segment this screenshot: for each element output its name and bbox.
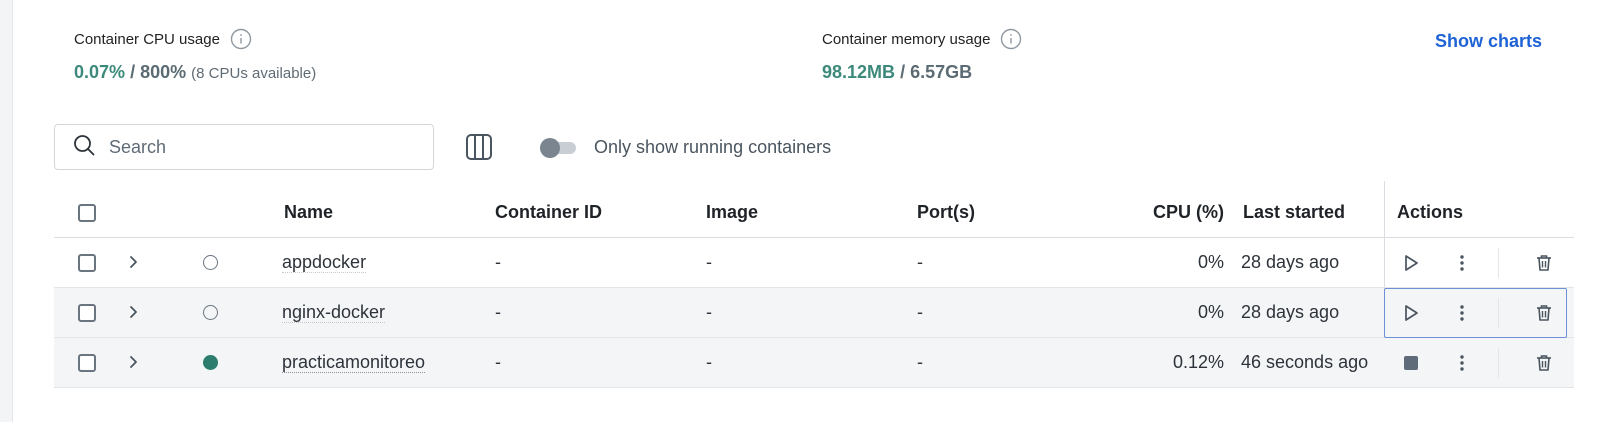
table-row[interactable]: practicamonitoreo - - - 0.12% 46 seconds…: [54, 338, 1574, 388]
action-separator: [1498, 298, 1499, 328]
image-cell: -: [706, 252, 712, 272]
more-vertical-icon[interactable]: [1448, 249, 1476, 277]
row-checkbox[interactable]: [78, 304, 96, 322]
left-sidebar-edge: [0, 0, 13, 422]
status-running-icon: [203, 355, 218, 370]
row-checkbox[interactable]: [78, 254, 96, 272]
header-name[interactable]: Name: [284, 202, 333, 223]
action-separator: [1498, 348, 1499, 378]
show-charts-link[interactable]: Show charts: [1435, 31, 1542, 52]
table-row[interactable]: appdocker - - - 0% 28 days ago: [54, 238, 1574, 288]
cpu-usage-separator: /: [130, 62, 136, 82]
status-stopped-icon: [203, 305, 218, 320]
play-icon[interactable]: [1397, 249, 1425, 277]
cpu-usage-value: 0.07%: [74, 62, 126, 82]
more-vertical-icon[interactable]: [1448, 349, 1476, 377]
last-started-cell: 28 days ago: [1241, 302, 1340, 322]
cpu-cell: 0%: [1197, 252, 1224, 272]
container-name-link[interactable]: appdocker: [282, 252, 367, 273]
select-all-checkbox[interactable]: [78, 204, 96, 222]
running-only-label: Only show running containers: [594, 137, 832, 157]
running-only-toggle[interactable]: [540, 138, 578, 158]
memory-usage-separator: /: [900, 62, 906, 82]
status-stopped-icon: [203, 255, 218, 270]
stop-square-icon[interactable]: [1397, 349, 1425, 377]
header-ports[interactable]: Port(s): [917, 202, 975, 223]
image-cell: -: [706, 352, 712, 372]
chevron-right-icon[interactable]: [124, 253, 142, 271]
table-row[interactable]: nginx-docker - - - 0% 28 days ago: [54, 288, 1574, 338]
chevron-right-icon[interactable]: [124, 303, 142, 321]
play-icon[interactable]: [1397, 299, 1425, 327]
memory-usage-stat: Container memory usage 98.12MB / 6.57GB: [822, 28, 1022, 83]
container-id-cell: -: [495, 302, 501, 322]
cpu-count-note: (8 CPUs available): [191, 65, 317, 82]
table-header: Name Container ID Image Port(s) CPU (%) …: [54, 188, 1574, 238]
container-name-link[interactable]: practicamonitoreo: [282, 352, 426, 373]
search-input[interactable]: [109, 136, 409, 158]
memory-usage-label: Container memory usage: [822, 30, 991, 48]
info-icon[interactable]: [1000, 28, 1022, 50]
memory-usage-max: 6.57GB: [910, 62, 973, 82]
ports-cell: -: [917, 352, 923, 372]
trash-icon[interactable]: [1530, 349, 1558, 377]
toggle-knob: [540, 138, 560, 158]
action-separator: [1498, 248, 1499, 278]
columns-icon[interactable]: [465, 133, 493, 161]
cpu-usage-max: 800%: [140, 62, 187, 82]
header-last-started[interactable]: Last started: [1243, 202, 1345, 223]
header-container-id[interactable]: Container ID: [495, 202, 602, 223]
search-box[interactable]: [54, 124, 434, 170]
memory-usage-value: 98.12MB: [822, 62, 896, 82]
header-cpu[interactable]: CPU (%): [1153, 202, 1224, 223]
row-checkbox[interactable]: [78, 354, 96, 372]
info-icon[interactable]: [230, 28, 252, 50]
ports-cell: -: [917, 252, 923, 272]
trash-icon[interactable]: [1530, 249, 1558, 277]
last-started-cell: 28 days ago: [1241, 252, 1340, 272]
cpu-usage-label: Container CPU usage: [74, 30, 220, 48]
header-actions: Actions: [1397, 202, 1464, 222]
container-name-link[interactable]: nginx-docker: [282, 302, 386, 323]
trash-icon[interactable]: [1530, 299, 1558, 327]
cpu-usage-stat: Container CPU usage 0.07% / 800% (8 CPUs…: [74, 28, 316, 83]
container-id-cell: -: [495, 252, 501, 272]
more-vertical-icon[interactable]: [1448, 299, 1476, 327]
cpu-cell: 0.12%: [1172, 352, 1224, 372]
search-icon: [73, 134, 95, 161]
last-started-cell: 46 seconds ago: [1241, 352, 1369, 372]
ports-cell: -: [917, 302, 923, 322]
container-id-cell: -: [495, 352, 501, 372]
chevron-right-icon[interactable]: [124, 353, 142, 371]
header-image[interactable]: Image: [706, 202, 758, 223]
cpu-cell: 0%: [1197, 302, 1224, 322]
image-cell: -: [706, 302, 712, 322]
containers-table: Name Container ID Image Port(s) CPU (%) …: [54, 181, 1574, 388]
